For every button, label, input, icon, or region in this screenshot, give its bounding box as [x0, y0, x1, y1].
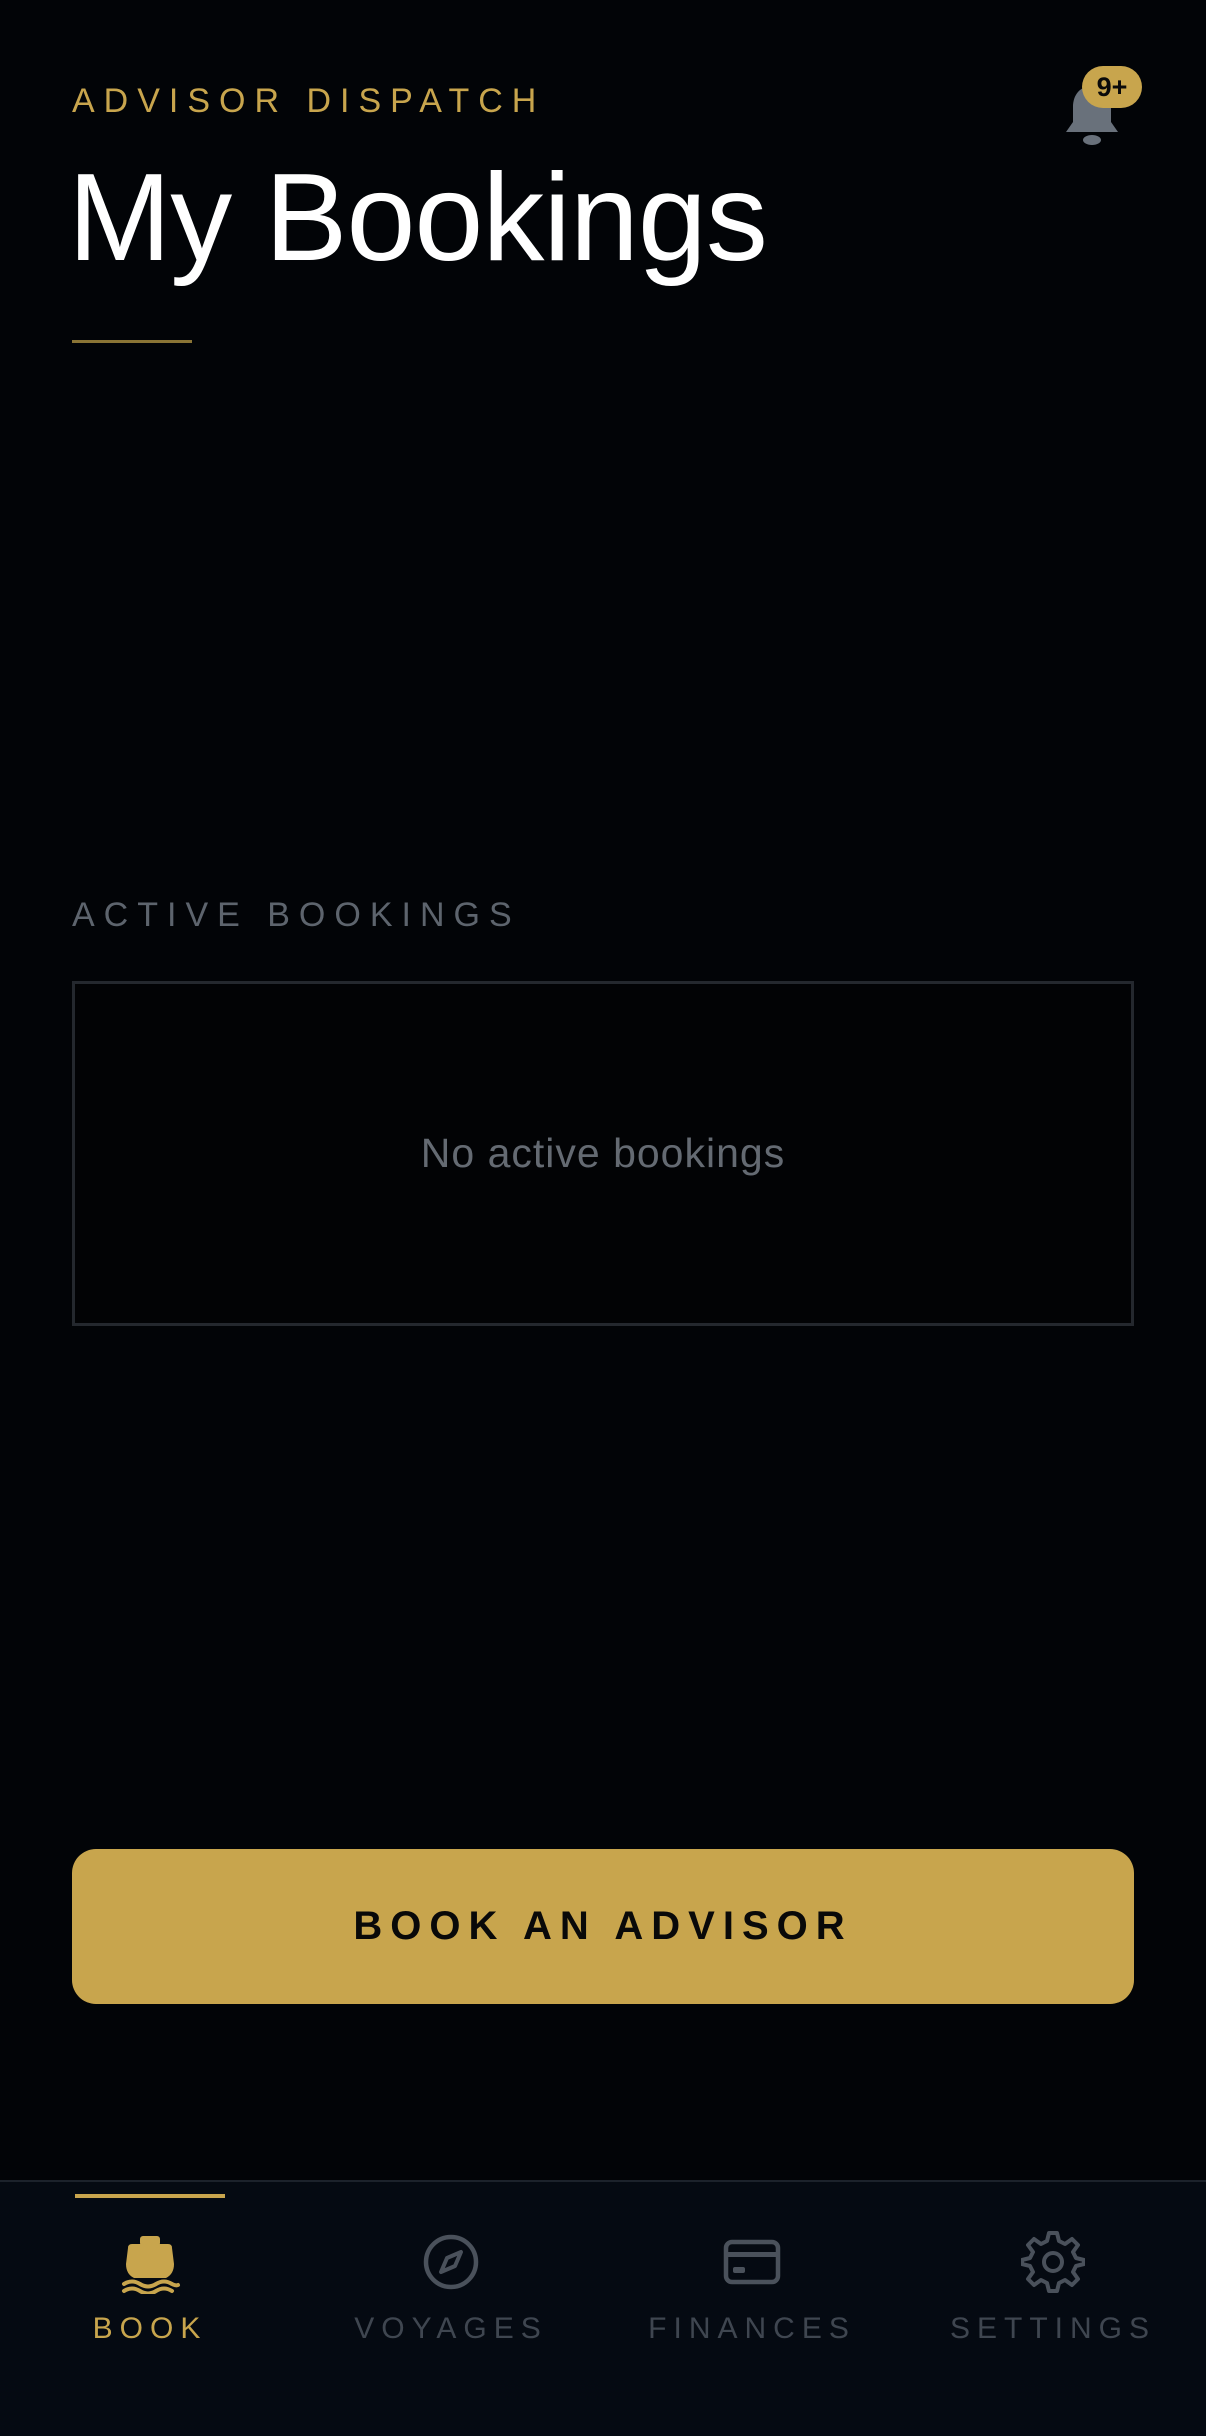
app-eyebrow: ADVISOR DISPATCH — [72, 82, 546, 120]
bottom-tab-bar: BOOK VOYAGES FINANCES SETTINGS — [0, 2180, 1206, 2436]
tab-finances[interactable]: FINANCES — [602, 2230, 902, 2360]
active-bookings-card: No active bookings — [72, 981, 1134, 1326]
tab-book[interactable]: BOOK — [0, 2230, 300, 2360]
tab-book-label: BOOK — [92, 2312, 208, 2345]
title-divider — [72, 340, 192, 343]
tab-finances-label: FINANCES — [648, 2312, 856, 2345]
notification-badge: 9+ — [1082, 66, 1142, 108]
tab-voyages[interactable]: VOYAGES — [301, 2230, 601, 2360]
tab-voyages-label: VOYAGES — [354, 2312, 548, 2345]
active-tab-indicator — [75, 2194, 225, 2198]
section-label-active-bookings: ACTIVE BOOKINGS — [72, 896, 521, 934]
credit-card-icon — [720, 2230, 784, 2294]
tab-settings[interactable]: SETTINGS — [903, 2230, 1203, 2360]
page-title: My Bookings — [68, 149, 768, 287]
empty-state-text: No active bookings — [420, 1130, 786, 1176]
bookings-screen: ADVISOR DISPATCH My Bookings 9+ ACTIVE B… — [0, 0, 1206, 2436]
gear-icon — [1021, 2230, 1085, 2294]
ship-icon — [118, 2230, 182, 2294]
book-advisor-button[interactable]: BOOK AN ADVISOR — [72, 1849, 1134, 2004]
tab-settings-label: SETTINGS — [949, 2312, 1156, 2345]
compass-icon — [419, 2230, 483, 2294]
